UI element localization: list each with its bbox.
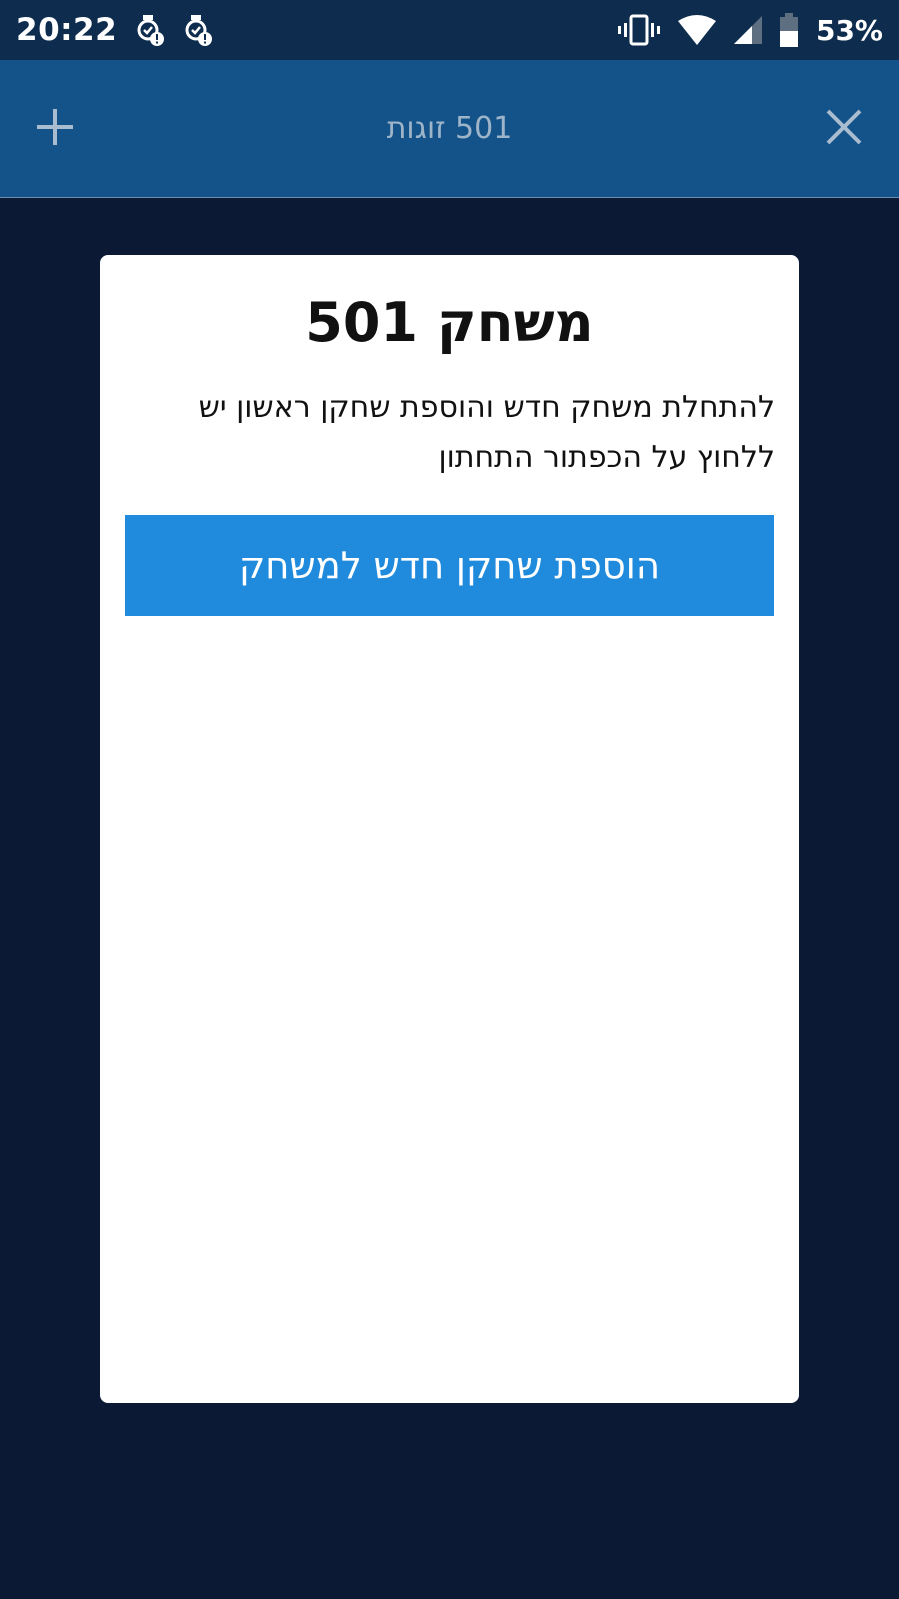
app-bar: 501 זוגות xyxy=(0,60,899,198)
status-time: 20:22 xyxy=(16,12,118,48)
signal-icon xyxy=(733,16,762,44)
card-description: להתחלת משחק חדש והוספת שחקן ראשון יש ללח… xyxy=(198,390,775,475)
alarm-warning-icon xyxy=(183,13,213,47)
add-player-button[interactable]: הוספת שחקן חדש למשחק xyxy=(125,515,774,616)
add-button[interactable] xyxy=(25,99,85,159)
wifi-icon xyxy=(677,15,716,45)
close-button[interactable] xyxy=(814,99,874,159)
card-title: משחק 501 xyxy=(305,291,594,354)
status-bar: 20:22 53% xyxy=(0,0,899,60)
battery-icon xyxy=(779,13,798,47)
status-bar-left: 20:22 xyxy=(16,12,213,48)
vibrate-icon xyxy=(617,13,660,47)
close-icon xyxy=(824,107,864,151)
game-card: משחק 501 להתחלת משחק חדש והוספת שחקן ראש… xyxy=(100,255,799,1403)
plus-icon xyxy=(35,107,75,151)
page-title: 501 זוגות xyxy=(386,111,513,146)
status-bar-right: 53% xyxy=(617,13,883,47)
alarm-warning-icon xyxy=(135,13,165,47)
battery-percent: 53% xyxy=(815,13,883,47)
